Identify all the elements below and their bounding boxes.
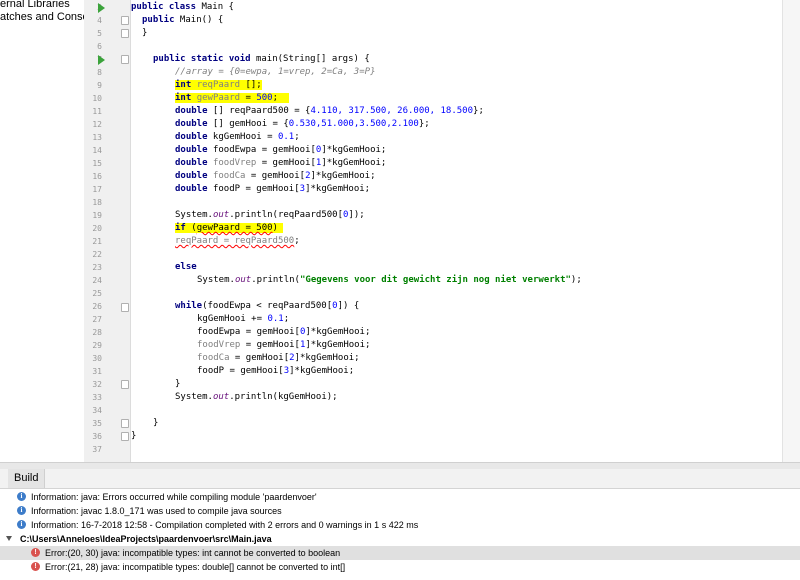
code-line-19: System.out.println(reqPaard500[0]); xyxy=(175,210,365,220)
fold-icon[interactable] xyxy=(121,432,129,441)
error-icon: ! xyxy=(31,562,40,571)
tab-build[interactable]: Build xyxy=(8,469,46,488)
code-line-13: double kgGemHooi = 0.1; xyxy=(175,132,300,142)
code-line-27: kgGemHooi += 0.1; xyxy=(197,314,290,324)
build-message-error[interactable]: ! Error:(20, 30) java: incompatible type… xyxy=(0,546,800,560)
build-message-info[interactable]: i Information: java: Errors occurred whi… xyxy=(0,490,800,504)
line-number: 28 xyxy=(92,328,102,337)
fold-icon[interactable] xyxy=(121,16,129,25)
line-number: 22 xyxy=(92,250,102,259)
code-line-31: foodP = gemHooi[3]*kgGemHooi; xyxy=(197,366,355,376)
build-message-info[interactable]: i Information: 16-7-2018 12:58 - Compila… xyxy=(0,518,800,532)
line-number: 35 xyxy=(92,419,102,428)
line-number: 30 xyxy=(92,354,102,363)
line-number: 4 xyxy=(97,16,102,25)
info-icon: i xyxy=(17,506,26,515)
code-line-14: double foodEwpa = gemHooi[0]*kgGemHooi; xyxy=(175,145,387,155)
project-panel: ernal Libraries atches and Consoles xyxy=(0,0,103,462)
line-number: 19 xyxy=(92,211,102,220)
code-line-26: while(foodEwpa < reqPaard500[0]) { xyxy=(175,301,360,311)
code-line-17: double foodP = gemHooi[3]*kgGemHooi; xyxy=(175,184,371,194)
fold-icon[interactable] xyxy=(121,29,129,38)
code-line-36: } xyxy=(131,431,137,441)
line-number: 17 xyxy=(92,185,102,194)
line-number: 11 xyxy=(92,107,102,116)
info-icon: i xyxy=(17,492,26,501)
code-line-23: else xyxy=(175,262,197,272)
line-number: 32 xyxy=(92,380,102,389)
code-line-33: System.out.println(kgGemHooi); xyxy=(175,392,338,402)
code-line-30: foodCa = gemHooi[2]*kgGemHooi; xyxy=(197,353,360,363)
chevron-down-icon[interactable] xyxy=(6,536,12,541)
fold-icon[interactable] xyxy=(121,380,129,389)
code-editor[interactable]: public class Main { public Main() { } pu… xyxy=(131,0,782,462)
line-number: 26 xyxy=(92,302,102,311)
code-line-29: foodVrep = gemHooi[1]*kgGemHooi; xyxy=(197,340,371,350)
code-line-24: System.out.println("Gegevens voor dit ge… xyxy=(197,275,582,285)
line-number: 25 xyxy=(92,289,102,298)
code-line-8: //array = {0=ewpa, 1=vrep, 2=Ca, 3=P} xyxy=(175,67,376,77)
code-line-21: reqPaard = reqPaard500; xyxy=(175,236,300,246)
panel-divider[interactable] xyxy=(0,462,800,469)
code-line-15: double foodVrep = gemHooi[1]*kgGemHooi; xyxy=(175,158,387,168)
run-class-icon[interactable] xyxy=(98,3,105,13)
fold-icon[interactable] xyxy=(121,419,129,428)
code-line-5: } xyxy=(142,28,148,38)
build-file-node[interactable]: C:\Users\Anneloes\IdeaProjects\paardenvo… xyxy=(0,532,800,546)
line-number: 33 xyxy=(92,393,102,402)
line-number: 24 xyxy=(92,276,102,285)
line-number: 14 xyxy=(92,146,102,155)
build-messages-panel: i Information: java: Errors occurred whi… xyxy=(0,489,800,580)
line-number: 9 xyxy=(97,81,102,90)
code-line-10: int gewPaard = 500; xyxy=(131,92,289,105)
fold-icon[interactable] xyxy=(121,55,129,64)
line-number: 36 xyxy=(92,432,102,441)
line-number: 27 xyxy=(92,315,102,324)
fold-icon[interactable] xyxy=(121,303,129,312)
code-line-32: } xyxy=(175,379,181,389)
line-number: 6 xyxy=(97,42,102,51)
code-line-12: double [] gemHooi = {0.530,51.000,3.500,… xyxy=(175,119,430,129)
line-number: 20 xyxy=(92,224,102,233)
line-number: 31 xyxy=(92,367,102,376)
line-number: 15 xyxy=(92,159,102,168)
line-number: 37 xyxy=(92,445,102,454)
line-number: 34 xyxy=(92,406,102,415)
line-number: 16 xyxy=(92,172,102,181)
line-number: 18 xyxy=(92,198,102,207)
line-number: 10 xyxy=(92,94,102,103)
line-number: 13 xyxy=(92,133,102,142)
code-line-11: double [] reqPaard500 = {4.110, 317.500,… xyxy=(175,106,484,116)
error-icon: ! xyxy=(31,548,40,557)
tree-item-external-libraries[interactable]: ernal Libraries xyxy=(0,0,70,10)
code-line-20: if (gewPaard = 500) xyxy=(131,222,284,235)
code-line-16: double foodCa = gemHooi[2]*kgGemHooi; xyxy=(175,171,376,181)
line-number: 29 xyxy=(92,341,102,350)
line-number: 21 xyxy=(92,237,102,246)
line-number: 5 xyxy=(97,29,102,38)
code-line-4: public Main() { xyxy=(142,15,224,25)
build-message-info[interactable]: i Information: javac 1.8.0_171 was used … xyxy=(0,504,800,518)
code-line-28: foodEwpa = gemHooi[0]*kgGemHooi; xyxy=(197,327,371,337)
line-number: 8 xyxy=(97,68,102,77)
code-line-7: public static void main(String[] args) { xyxy=(153,54,370,64)
editor-gutter: 3 4 5 6 7 8 9 10 11 12 13 14 15 16 17 18… xyxy=(84,0,131,462)
editor-scrollbar[interactable] xyxy=(782,0,800,462)
line-number: 12 xyxy=(92,120,102,129)
code-line-9: int reqPaard []; xyxy=(175,80,262,90)
code-line-3: public class Main { xyxy=(131,2,234,12)
build-message-error[interactable]: ! Error:(21, 28) java: incompatible type… xyxy=(0,560,800,574)
code-line-35: } xyxy=(153,418,159,428)
line-number: 23 xyxy=(92,263,102,272)
run-main-icon[interactable] xyxy=(98,55,105,65)
build-toolwindow-header: Build xyxy=(0,469,800,489)
info-icon: i xyxy=(17,520,26,529)
